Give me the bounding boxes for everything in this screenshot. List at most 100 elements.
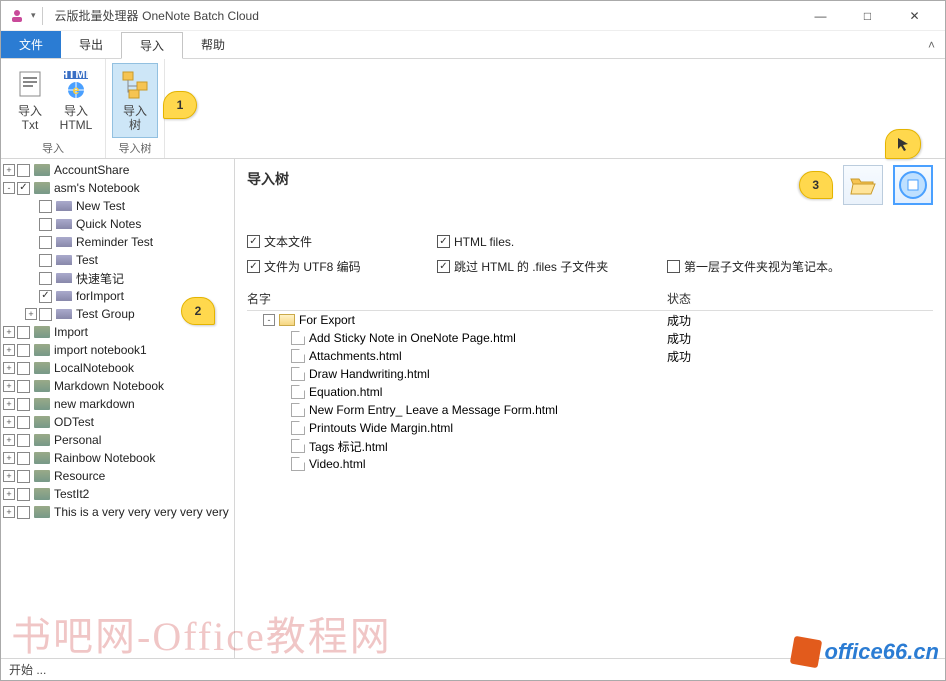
check-text-files[interactable]: ✓文本文件 <box>247 233 427 250</box>
browse-folder-button[interactable] <box>843 165 883 205</box>
import-tree-button[interactable]: 导入 树 <box>112 63 158 138</box>
col-header-name[interactable]: 名字 <box>247 290 667 307</box>
checkbox[interactable] <box>39 308 52 321</box>
tree-node[interactable]: Quick Notes <box>1 215 234 233</box>
checkbox[interactable] <box>17 506 30 519</box>
tree-node[interactable]: New Test <box>1 197 234 215</box>
tree-node[interactable]: +AccountShare <box>1 161 234 179</box>
checkbox[interactable] <box>39 272 52 285</box>
checkbox[interactable] <box>17 434 30 447</box>
checkbox[interactable] <box>17 470 30 483</box>
check-skip-files-subfolder[interactable]: ✓跳过 HTML 的 .files 子文件夹 <box>437 258 657 275</box>
expander-icon[interactable]: + <box>3 164 15 176</box>
checkbox[interactable]: ✓ <box>39 290 52 303</box>
notebook-tree[interactable]: +AccountShare-✓asm's NotebookNew TestQui… <box>1 159 235 658</box>
maximize-button[interactable]: □ <box>845 2 890 30</box>
col-header-status[interactable]: 状态 <box>667 290 933 307</box>
file-icon <box>291 367 305 381</box>
checkbox[interactable] <box>17 416 30 429</box>
minimize-button[interactable]: — <box>798 2 843 30</box>
tree-node[interactable]: + TestIt2 <box>1 485 234 503</box>
tab-help[interactable]: 帮助 <box>183 31 243 58</box>
tree-node[interactable]: -✓asm's Notebook <box>1 179 234 197</box>
expander-icon[interactable]: + <box>3 470 15 482</box>
tree-node-label: This is a very very very very very <box>54 505 229 519</box>
grid-file-row[interactable]: New Form Entry_ Leave a Message Form.htm… <box>247 401 933 419</box>
stop-button[interactable] <box>893 165 933 205</box>
expander-icon[interactable]: + <box>3 488 15 500</box>
close-button[interactable]: ✕ <box>892 2 937 30</box>
grid-file-row[interactable]: Equation.html <box>247 383 933 401</box>
expander-icon[interactable]: + <box>3 344 15 356</box>
separator <box>42 7 43 25</box>
expander-icon[interactable]: + <box>3 416 15 428</box>
checkbox[interactable] <box>17 488 30 501</box>
checkbox[interactable] <box>17 380 30 393</box>
checkbox[interactable] <box>17 164 30 177</box>
expander-icon[interactable]: + <box>3 326 15 338</box>
expander-icon[interactable]: + <box>3 362 15 374</box>
expander-icon <box>25 254 37 266</box>
tree-node[interactable]: + This is a very very very very very <box>1 503 234 521</box>
tree-node-label: TestIt2 <box>54 487 89 501</box>
checkbox[interactable] <box>17 452 30 465</box>
expander-icon[interactable]: - <box>3 182 15 194</box>
check-first-level-as-notebook[interactable]: 第一层子文件夹视为笔记本。 <box>667 258 933 275</box>
checkbox[interactable] <box>39 236 52 249</box>
tree-node[interactable]: +Resource <box>1 467 234 485</box>
expander-icon[interactable]: + <box>3 398 15 410</box>
qat-dropdown-icon[interactable]: ▾ <box>31 10 36 21</box>
expander-icon[interactable]: + <box>25 308 37 320</box>
tree-node[interactable]: +LocalNotebook <box>1 359 234 377</box>
tree-node[interactable]: +new markdown <box>1 395 234 413</box>
notebook-icon <box>34 362 50 374</box>
row-name: Printouts Wide Margin.html <box>309 421 453 435</box>
tree-node-label: Personal <box>54 433 101 447</box>
checkbox[interactable] <box>17 344 30 357</box>
tree-node[interactable]: +Import <box>1 323 234 341</box>
row-status: 成功 <box>667 330 933 347</box>
tree-node[interactable]: +import notebook1 <box>1 341 234 359</box>
grid-file-row[interactable]: Tags 标记.html <box>247 437 933 455</box>
menubar: 文件 导出 导入 帮助 ˄ <box>1 31 945 59</box>
grid-file-row[interactable]: Add Sticky Note in OneNote Page.html成功 <box>247 329 933 347</box>
ribbon: 导入 Txt HTMLe 导入 HTML 导入 导入 树 导入树 1 <box>1 59 945 159</box>
tree-node[interactable]: 快速笔记 <box>1 269 234 287</box>
notebook-icon <box>34 470 50 482</box>
stop-icon <box>898 170 928 200</box>
tree-node[interactable]: Test <box>1 251 234 269</box>
expander-icon[interactable]: - <box>263 314 275 326</box>
tree-node[interactable]: +Rainbow Notebook <box>1 449 234 467</box>
tree-node[interactable]: +Markdown Notebook <box>1 377 234 395</box>
checkbox[interactable] <box>39 254 52 267</box>
checkbox[interactable] <box>39 200 52 213</box>
import-tree-panel: 导入树 3 ✓文本文件 ✓HTML files. ✓文件为 UTF8 编码 ✓跳… <box>235 159 945 658</box>
tree-node[interactable]: +ODTest <box>1 413 234 431</box>
import-html-button[interactable]: HTMLe 导入 HTML <box>53 63 99 138</box>
import-txt-button[interactable]: 导入 Txt <box>7 63 53 138</box>
notebook-icon <box>34 344 50 356</box>
expander-icon[interactable]: + <box>3 380 15 392</box>
grid-folder-row[interactable]: -For Export成功 <box>247 311 933 329</box>
tab-file[interactable]: 文件 <box>1 31 61 58</box>
expander-icon[interactable]: + <box>3 434 15 446</box>
tab-export[interactable]: 导出 <box>61 31 121 58</box>
grid-file-row[interactable]: Draw Handwriting.html <box>247 365 933 383</box>
tree-node[interactable]: Reminder Test <box>1 233 234 251</box>
tab-import[interactable]: 导入 <box>121 32 183 59</box>
check-html-files[interactable]: ✓HTML files. <box>437 233 657 250</box>
check-utf8[interactable]: ✓文件为 UTF8 编码 <box>247 258 427 275</box>
checkbox[interactable]: ✓ <box>17 182 30 195</box>
file-icon <box>291 457 305 471</box>
grid-file-row[interactable]: Attachments.html成功 <box>247 347 933 365</box>
tree-node[interactable]: + Personal <box>1 431 234 449</box>
expander-icon[interactable]: + <box>3 452 15 464</box>
checkbox[interactable] <box>39 218 52 231</box>
ribbon-collapse-icon[interactable]: ˄ <box>918 31 945 58</box>
expander-icon[interactable]: + <box>3 506 15 518</box>
grid-file-row[interactable]: Printouts Wide Margin.html <box>247 419 933 437</box>
checkbox[interactable] <box>17 326 30 339</box>
checkbox[interactable] <box>17 362 30 375</box>
checkbox[interactable] <box>17 398 30 411</box>
grid-file-row[interactable]: Video.html <box>247 455 933 473</box>
